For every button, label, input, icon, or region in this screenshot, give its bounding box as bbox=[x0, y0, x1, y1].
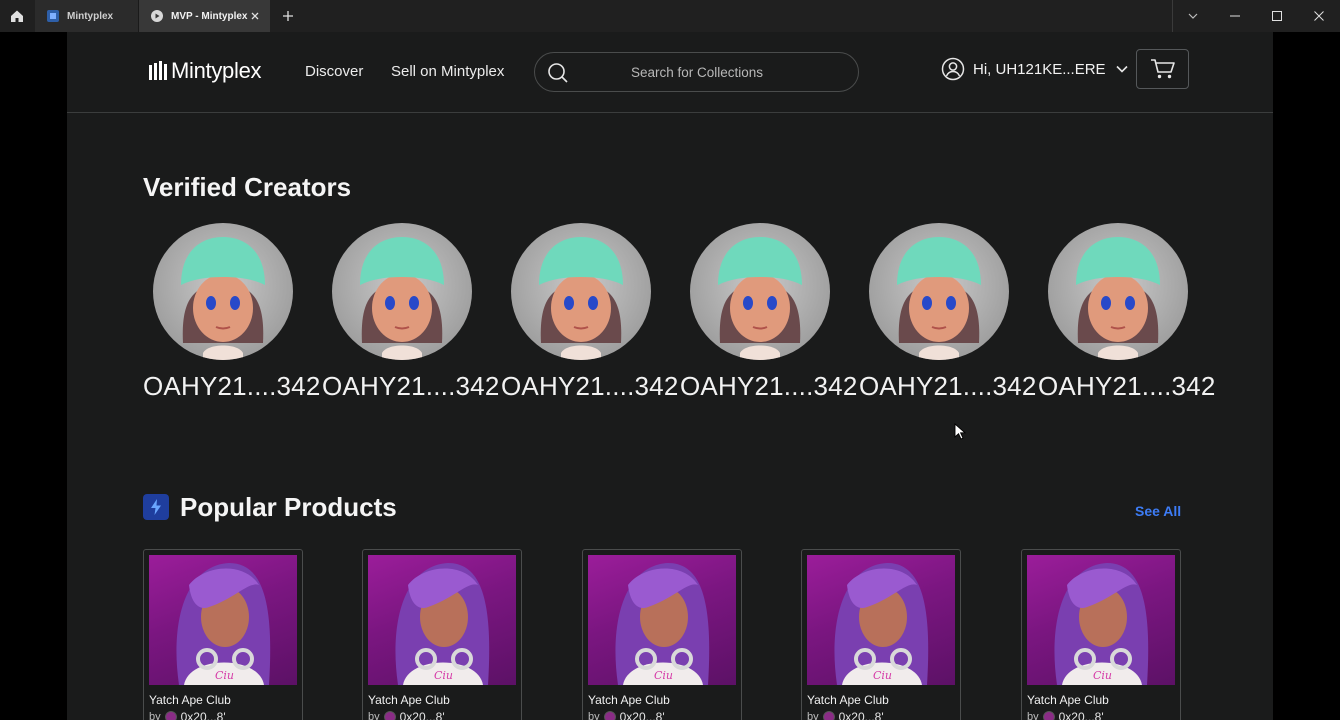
chevron-down-icon bbox=[1188, 13, 1198, 19]
user-greeting: Hi, UH121KE...ERE bbox=[973, 60, 1106, 78]
browser-viewport: Mintyplex Discover Sell on Mintyplex Hi,… bbox=[0, 32, 1340, 720]
creator-mini-avatar bbox=[603, 711, 616, 720]
creator-name: OAHY21....342 bbox=[1038, 371, 1216, 401]
chevron-down-icon bbox=[1115, 65, 1128, 73]
product-image: Ciu bbox=[807, 555, 955, 685]
logo-mark-icon bbox=[149, 61, 167, 80]
home-button[interactable] bbox=[0, 0, 34, 32]
close-icon bbox=[1314, 11, 1324, 21]
creator-avatar bbox=[153, 223, 293, 360]
search-bar[interactable] bbox=[534, 52, 859, 92]
by-label: by bbox=[149, 711, 161, 720]
svg-text:Ciu: Ciu bbox=[434, 669, 453, 682]
home-icon bbox=[11, 10, 23, 22]
creator-name: OAHY21....342 bbox=[322, 371, 500, 401]
nav-discover[interactable]: Discover bbox=[305, 63, 363, 80]
product-image: Ciu bbox=[149, 555, 297, 685]
creator-address: 0x20...8' bbox=[619, 710, 665, 720]
product-card[interactable]: Ciu Yatch Ape Club by 0x20...8' bbox=[582, 549, 742, 720]
new-tab-button[interactable] bbox=[278, 6, 298, 26]
nav-sell-on-mintyplex[interactable]: Sell on Mintyplex bbox=[391, 63, 504, 80]
popular-products-title: Popular Products bbox=[180, 492, 397, 522]
product-card[interactable]: Ciu Yatch Ape Club by 0x20...8' bbox=[362, 549, 522, 720]
by-label: by bbox=[807, 711, 819, 720]
close-window-button[interactable] bbox=[1298, 0, 1340, 32]
see-all-link[interactable]: See All bbox=[1135, 503, 1181, 519]
creator-name: OAHY21....342 bbox=[680, 371, 858, 401]
by-label: by bbox=[588, 711, 600, 720]
product-title: Yatch Ape Club bbox=[149, 693, 231, 707]
creator-mini-avatar bbox=[383, 711, 396, 720]
creator-name: OAHY21....342 bbox=[501, 371, 679, 401]
lightning-icon bbox=[151, 499, 161, 515]
tab-list-button[interactable] bbox=[1172, 0, 1214, 32]
product-card[interactable]: Ciu Yatch Ape Club by 0x20...8' bbox=[801, 549, 961, 720]
creator-avatar bbox=[1048, 223, 1188, 360]
svg-text:Ciu: Ciu bbox=[654, 669, 673, 682]
mouse-cursor-icon bbox=[954, 423, 966, 440]
creator-address: 0x20...8' bbox=[399, 710, 445, 720]
cart-button[interactable] bbox=[1136, 49, 1189, 89]
maximize-icon bbox=[1272, 11, 1282, 21]
svg-text:Ciu: Ciu bbox=[1093, 669, 1112, 682]
product-title: Yatch Ape Club bbox=[368, 693, 450, 707]
site-favicon-icon bbox=[47, 10, 59, 22]
creator-mini-avatar bbox=[1042, 711, 1055, 720]
svg-text:Ciu: Ciu bbox=[873, 669, 892, 682]
product-creator: by 0x20...8' bbox=[368, 710, 445, 720]
product-title: Yatch Ape Club bbox=[588, 693, 670, 707]
creator-mini-avatar bbox=[164, 711, 177, 720]
play-favicon-icon bbox=[151, 10, 163, 22]
product-title: Yatch Ape Club bbox=[807, 693, 889, 707]
maximize-button[interactable] bbox=[1256, 0, 1298, 32]
creator-name: OAHY21....342 bbox=[143, 371, 321, 401]
logo-text: Mintyplex bbox=[171, 58, 262, 83]
creator-address: 0x20...8' bbox=[838, 710, 884, 720]
by-label: by bbox=[1027, 711, 1039, 720]
product-creator: by 0x20...8' bbox=[807, 710, 884, 720]
cart-icon bbox=[1150, 59, 1175, 79]
creator-name: OAHY21....342 bbox=[859, 371, 1037, 401]
creator-mini-avatar bbox=[822, 711, 835, 720]
search-icon bbox=[548, 63, 568, 83]
product-image: Ciu bbox=[1027, 555, 1175, 685]
product-image: Ciu bbox=[368, 555, 516, 685]
plus-icon bbox=[283, 11, 293, 21]
tab-mintyplex[interactable]: Mintyplex bbox=[35, 0, 139, 32]
product-creator: by 0x20...8' bbox=[1027, 710, 1104, 720]
tab-mvp-mintyplex[interactable]: MVP - Mintyplex bbox=[139, 0, 270, 32]
close-tab-icon[interactable] bbox=[248, 9, 262, 23]
site-header: Mintyplex Discover Sell on Mintyplex Hi,… bbox=[67, 32, 1273, 113]
product-creator: by 0x20...8' bbox=[149, 710, 226, 720]
creator-address: 0x20...8' bbox=[1058, 710, 1104, 720]
creator-address: 0x20...8' bbox=[180, 710, 226, 720]
verified-creators-title: Verified Creators bbox=[143, 172, 352, 202]
svg-text:Ciu: Ciu bbox=[215, 669, 234, 682]
popular-products-badge bbox=[143, 494, 169, 520]
user-account-icon bbox=[941, 57, 965, 81]
creator-avatar bbox=[511, 223, 651, 360]
product-card[interactable]: Ciu Yatch Ape Club by 0x20...8' bbox=[1021, 549, 1181, 720]
tab-label: Mintyplex bbox=[67, 10, 114, 22]
creator-avatar bbox=[690, 223, 830, 360]
logo[interactable]: Mintyplex bbox=[149, 58, 262, 84]
browser-tab-bar: Mintyplex MVP - Mintyplex bbox=[0, 0, 1340, 32]
user-menu[interactable]: Hi, UH121KE...ERE bbox=[941, 56, 1130, 82]
tab-label: MVP - Mintyplex bbox=[171, 10, 248, 22]
product-title: Yatch Ape Club bbox=[1027, 693, 1109, 707]
creator-avatar bbox=[332, 223, 472, 360]
minimize-button[interactable] bbox=[1214, 0, 1256, 32]
product-image: Ciu bbox=[588, 555, 736, 685]
product-card[interactable]: Ciu Yatch Ape Club by 0x20...8' bbox=[143, 549, 303, 720]
minimize-icon bbox=[1230, 15, 1240, 17]
page: Mintyplex Discover Sell on Mintyplex Hi,… bbox=[67, 32, 1273, 720]
creator-avatar bbox=[869, 223, 1009, 360]
product-creator: by 0x20...8' bbox=[588, 710, 665, 720]
search-input[interactable] bbox=[595, 62, 835, 82]
by-label: by bbox=[368, 711, 380, 720]
